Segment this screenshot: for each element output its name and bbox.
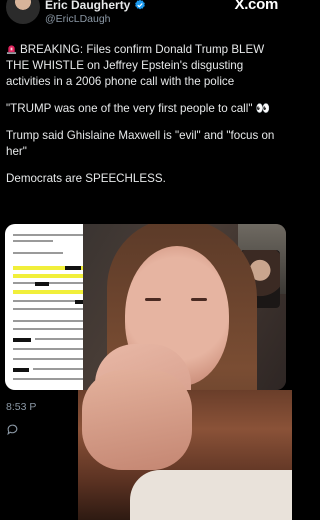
siren-icon — [6, 45, 17, 54]
tweet-line-1: BREAKING: Files confirm Donald Trump BLE… — [6, 43, 265, 88]
verified-badge-icon — [135, 0, 146, 10]
tweet-timestamp[interactable]: 8:53 P — [6, 401, 36, 413]
brand-watermark: X.com — [234, 0, 278, 13]
author-handle[interactable]: @EricLDaugh — [45, 13, 111, 25]
author-row: Eric Daugherty — [45, 0, 146, 12]
video-overlay — [83, 224, 286, 390]
tweet-paragraph-1: BREAKING: Files confirm Donald Trump BLE… — [6, 42, 286, 90]
reply-icon[interactable] — [6, 423, 19, 436]
tweet-text: BREAKING: Files confirm Donald Trump BLE… — [6, 42, 286, 198]
author-name[interactable]: Eric Daugherty — [45, 0, 130, 12]
video-person-hand — [82, 370, 192, 470]
tweet-paragraph-4: Democrats are SPEECHLESS. — [6, 171, 166, 185]
tweet-paragraph-3: Trump said Ghislaine Maxwell is "evil" a… — [6, 128, 275, 158]
video-person-shirt — [130, 470, 292, 520]
tweet-paragraph-2: "TRUMP was one of the very first people … — [6, 101, 271, 115]
tweet-media[interactable] — [5, 224, 286, 390]
avatar[interactable] — [6, 0, 40, 24]
tweet-header: Eric Daugherty @EricLDaugh X.com — [0, 0, 292, 34]
